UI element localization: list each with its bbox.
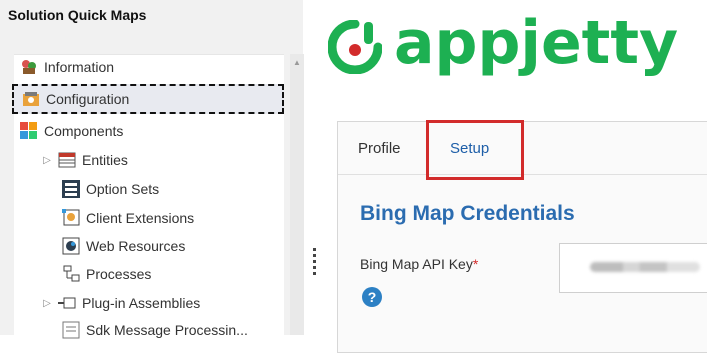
sidebar-item-information[interactable]: Information: [20, 55, 114, 79]
plugin-assemblies-icon: [58, 294, 76, 312]
api-key-label: Bing Map API Key*: [360, 256, 478, 272]
scroll-up-icon[interactable]: ▲: [293, 58, 301, 67]
sidebar-item-web-resources[interactable]: Web Resources: [62, 234, 185, 258]
splitter-grip-icon[interactable]: [313, 248, 316, 278]
settings-panel: Profile Setup Bing Map Credentials Bing …: [337, 120, 707, 353]
sidebar-item-option-sets[interactable]: Option Sets: [62, 177, 159, 201]
web-resources-icon: [62, 237, 80, 255]
sdk-message-icon: [62, 321, 80, 339]
sidebar-item-sdk-message[interactable]: Sdk Message Processin...: [62, 318, 248, 342]
expand-arrow-icon[interactable]: ▷: [40, 155, 54, 166]
component-tree: Information Configuration Components ▷ E…: [12, 54, 284, 339]
section-title: Bing Map Credentials: [360, 202, 575, 225]
processes-icon: [62, 265, 80, 283]
sidebar-item-label: Client Extensions: [86, 210, 195, 226]
sidebar-item-label: Web Resources: [86, 238, 186, 254]
api-key-label-text: Bing Map API Key: [360, 256, 473, 272]
sidebar-item-label: Components: [44, 123, 124, 139]
help-icon[interactable]: ?: [362, 287, 382, 307]
appjetty-logo-icon: [327, 19, 383, 75]
sidebar-item-label: Plug-in Assemblies: [82, 295, 201, 311]
sidebar-item-label: Processes: [86, 266, 152, 282]
components-icon: [20, 122, 38, 140]
option-sets-icon: [62, 180, 80, 198]
sidebar-item-client-extensions[interactable]: Client Extensions: [62, 206, 194, 230]
information-icon: [20, 58, 38, 76]
brand-name: appjetty: [394, 8, 679, 78]
sidebar-item-configuration[interactable]: Configuration: [12, 84, 284, 114]
client-extensions-icon: [62, 209, 80, 227]
solution-sidebar: Solution Quick Maps Information Configur…: [0, 0, 304, 339]
sidebar-item-label: Information: [44, 59, 115, 75]
sidebar-item-plugin-assemblies[interactable]: ▷ Plug-in Assemblies: [40, 291, 200, 315]
api-key-input[interactable]: [559, 243, 707, 293]
tab-bar: Profile Setup: [338, 120, 707, 180]
sidebar-item-label: Option Sets: [86, 181, 160, 197]
sidebar-title: Solution Quick Maps: [8, 7, 147, 23]
required-marker: *: [472, 256, 479, 272]
entities-icon: [58, 151, 76, 169]
expand-arrow-icon[interactable]: ▷: [40, 298, 54, 309]
sidebar-item-components[interactable]: Components: [20, 119, 123, 143]
tab-profile[interactable]: Profile: [358, 140, 401, 157]
sidebar-item-label: Entities: [82, 152, 128, 168]
sidebar-item-entities[interactable]: ▷ Entities: [40, 148, 128, 172]
sidebar-item-processes[interactable]: Processes: [62, 262, 151, 286]
setup-tab-highlight: [426, 120, 524, 180]
sidebar-scrollbar[interactable]: ▲: [290, 54, 304, 335]
sidebar-item-label: Configuration: [46, 91, 130, 107]
configuration-icon: [22, 90, 40, 108]
sidebar-item-label: Sdk Message Processin...: [86, 322, 248, 338]
redacted-key-value: [590, 262, 700, 272]
